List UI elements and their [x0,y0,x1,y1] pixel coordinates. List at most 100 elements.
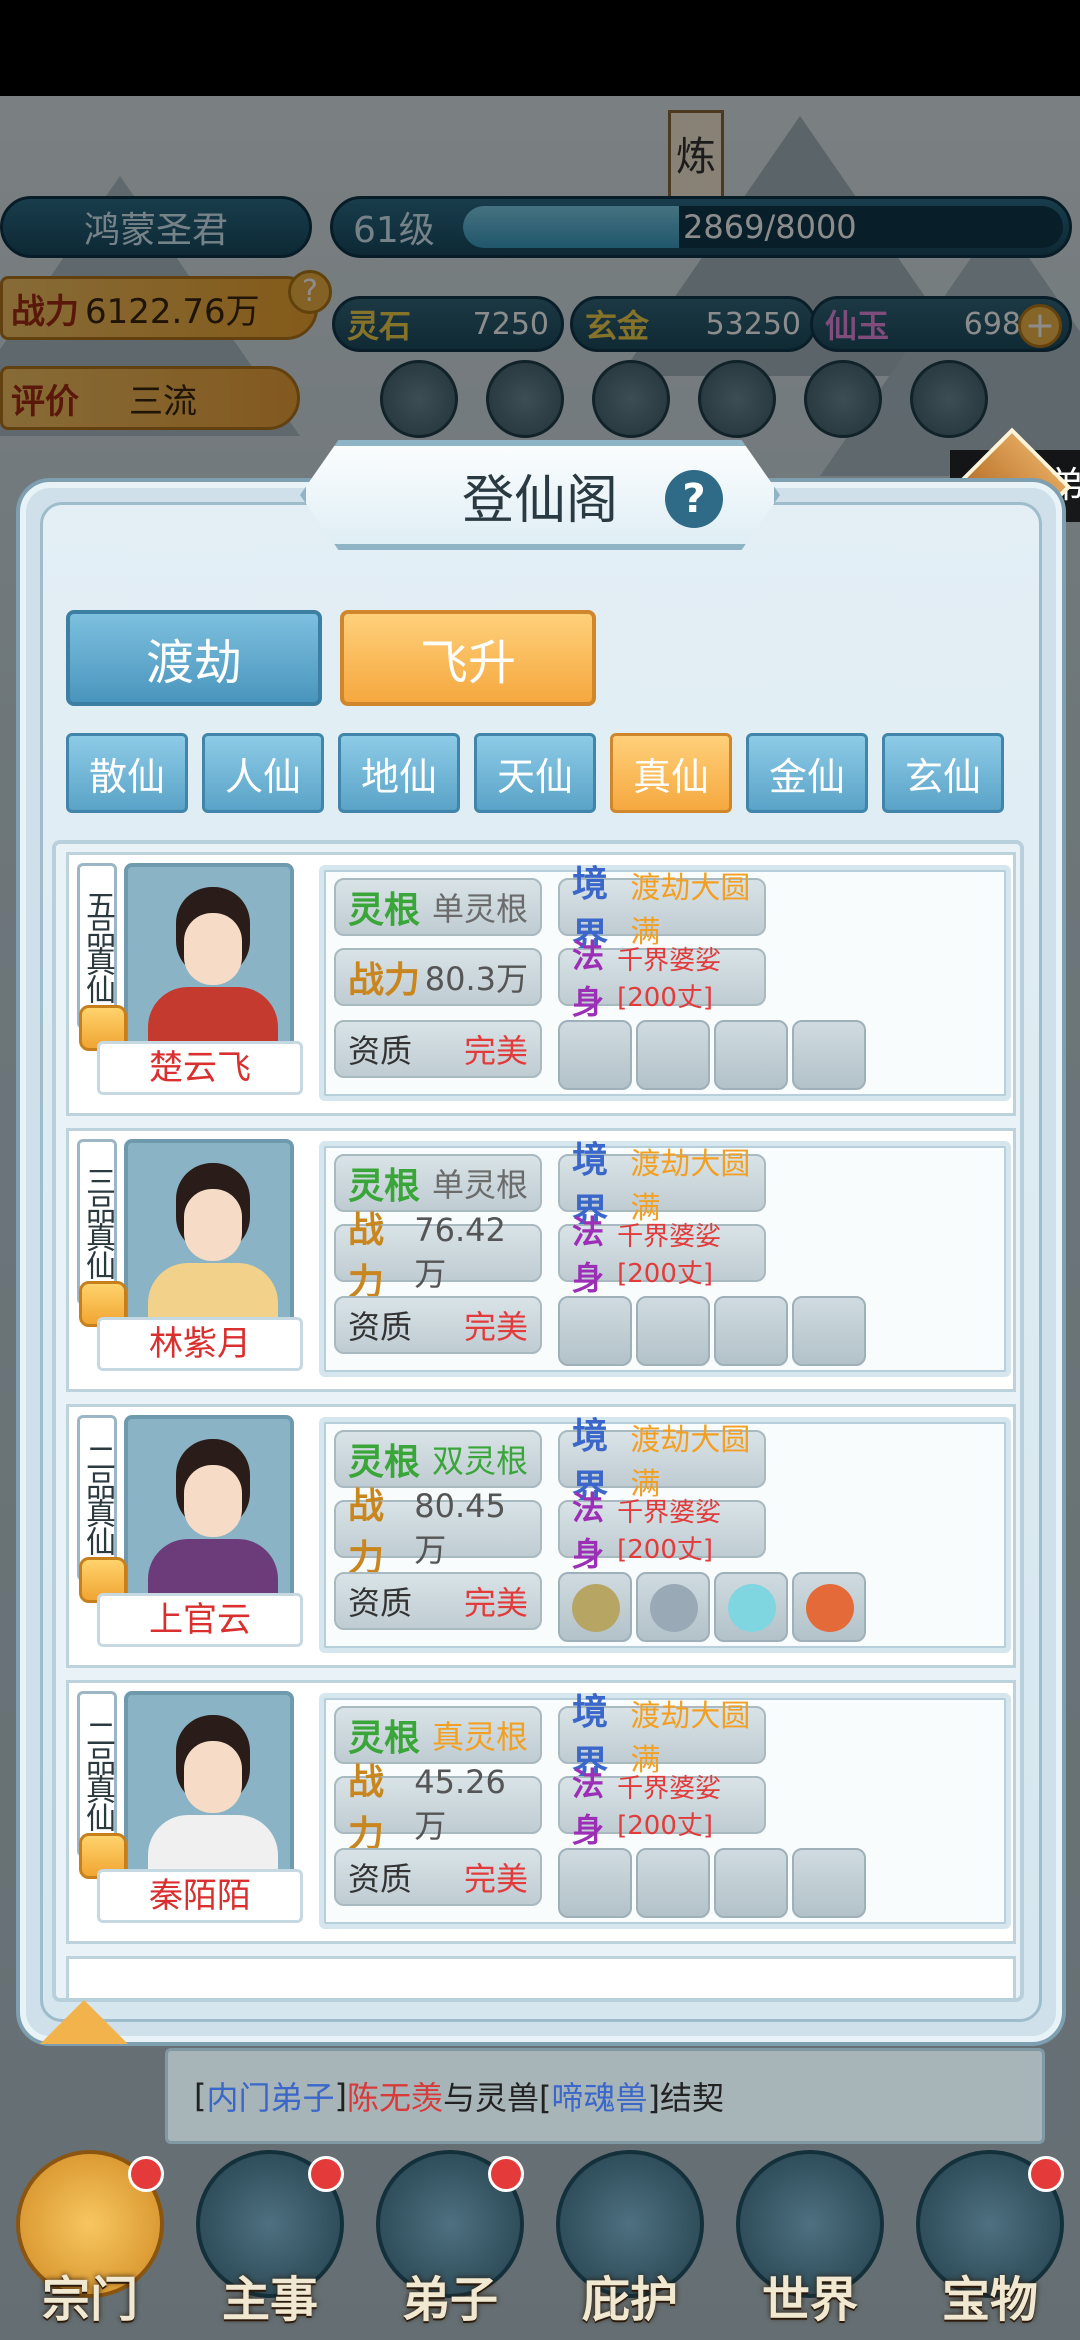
rank-label: 玄仙 [904,754,981,799]
equipment-slot[interactable] [558,1572,632,1642]
nav-affairs[interactable]: 主事 [190,2150,350,2330]
realm-value: 渡劫大圆满 [630,871,751,950]
power-field: 战力 80.45万 [334,1485,542,1579]
artifact-icon [650,1584,698,1632]
equipment-slot[interactable] [792,1848,866,1918]
bottom-nav: 宗门 主事 弟子 庇护 世界 宝物 [0,2140,1080,2340]
msg-bracket: [ [194,2077,207,2115]
nav-sect[interactable]: 宗门 [10,2150,170,2330]
notification-dot [488,2156,524,2192]
immortal-list[interactable]: 五品真仙 楚云飞 灵根 单灵根 战力 80.3万 资质 完美 境界 渡劫大圆满 [52,840,1024,2002]
equipment-slot[interactable] [714,1020,788,1090]
root-label: 灵根 [348,889,421,931]
nav-treasure[interactable]: 宝物 [910,2150,1070,2330]
aptitude-field: 资质 完美 [334,1848,542,1906]
artifact-icon [572,1584,620,1632]
tab-ascend[interactable]: 飞升 [340,610,596,706]
equipment-slot[interactable] [636,1296,710,1366]
rank-label: 金仙 [768,754,845,799]
realm-value: 渡劫大圆满 [630,1423,751,1502]
immortal-card[interactable]: 五品真仙 楚云飞 灵根 单灵根 战力 80.3万 资质 完美 境界 渡劫大圆满 [66,852,1016,1116]
msg-text: ]结契 [647,2079,725,2117]
rank-label: 人仙 [224,754,301,799]
immortal-card[interactable]: 三品真仙 林紫月 灵根 单灵根 战力 76.42万 资质 完美 境界 渡劫大圆满 [66,1128,1016,1392]
body-field: 法身 千界婆娑[200丈] [558,1489,766,1573]
stats-box: 灵根 双灵根 战力 80.45万 资质 完美 境界 渡劫大圆满 法身 千界婆娑[… [319,1415,1011,1653]
equipment-slot[interactable] [714,1572,788,1642]
equipment-slot[interactable] [636,1020,710,1090]
realm-field: 境界 渡劫大圆满 [558,1415,766,1509]
rank-tab-xuanxian[interactable]: 玄仙 [882,733,1004,813]
power-value: 76.42万 [414,1211,506,1293]
aptitude-value: 完美 [463,1308,528,1346]
immortal-card[interactable]: 二品真仙 秦陌陌 灵根 真灵根 战力 45.26万 资质 完美 境界 渡劫大圆满 [66,1680,1016,1944]
rank-label: 天仙 [496,754,573,799]
equipment-slot[interactable] [714,1296,788,1366]
notification-dot [128,2156,164,2192]
status-bar [0,0,1080,96]
rank-tab-sanxian[interactable]: 散仙 [66,733,188,813]
body-label: 法身 [572,1489,605,1573]
msg-role: 内门弟子 [206,2079,335,2117]
rank-filter: 散仙 人仙 地仙 天仙 真仙 金仙 玄仙 [66,733,1004,813]
nav-label: 世界 [761,2272,858,2328]
equipment-slot[interactable] [558,1020,632,1090]
equipment-slot[interactable] [714,1848,788,1918]
equipment-slot[interactable] [636,1848,710,1918]
rank-label: 散仙 [88,754,165,799]
nav-disciples[interactable]: 弟子 [370,2150,530,2330]
body-label: 法身 [572,1765,605,1849]
equipment-slot[interactable] [558,1296,632,1366]
rank-tab-zhenxian[interactable]: 真仙 [610,733,732,813]
rank-label: 地仙 [360,754,437,799]
equipment-slot[interactable] [792,1572,866,1642]
aptitude-value: 完美 [463,1032,528,1070]
realm-value: 渡劫大圆满 [630,1147,751,1226]
avatar [124,1691,294,1877]
help-icon[interactable]: ? [665,470,723,528]
aptitude-field: 资质 完美 [334,1572,542,1630]
power-label: 战力 [348,1485,385,1579]
nav-shelter[interactable]: 庇护 [550,2150,710,2330]
equipment-slot[interactable] [792,1020,866,1090]
root-value: 双灵根 [431,1442,528,1480]
msg-text: 与灵兽[ [443,2079,552,2117]
power-value: 45.26万 [414,1763,506,1845]
panel-title-text: 登仙阁 [461,470,618,531]
avatar [124,1415,294,1601]
stats-box: 灵根 单灵根 战力 80.3万 资质 完美 境界 渡劫大圆满 法身 千界婆娑[2… [319,863,1011,1101]
immortal-name: 林紫月 [97,1317,303,1371]
aptitude-value: 完美 [463,1584,528,1622]
rank-tab-renxian[interactable]: 人仙 [202,733,324,813]
aptitude-label: 资质 [348,1584,413,1622]
nav-world[interactable]: 世界 [730,2150,890,2330]
stats-box: 灵根 真灵根 战力 45.26万 资质 完美 境界 渡劫大圆满 法身 千界婆娑[… [319,1691,1011,1929]
rank-tab-jinxian[interactable]: 金仙 [746,733,868,813]
avatar [124,863,294,1049]
tab-tribulation[interactable]: 渡劫 [66,610,322,706]
equipment-slot[interactable] [558,1848,632,1918]
msg-person: 陈无羡 [346,2079,443,2117]
root-value: 单灵根 [431,890,528,928]
msg-bracket: ] [334,2077,347,2115]
body-label: 法身 [572,1213,605,1297]
up-arrow-icon[interactable] [40,2000,128,2044]
artifact-icon [806,1584,854,1632]
root-field: 灵根 单灵根 [334,878,542,936]
immortal-card[interactable] [66,1956,1016,1998]
avatar [124,1139,294,1325]
body-field: 法身 千界婆娑[200丈] [558,1213,766,1297]
rank-tab-tianxian[interactable]: 天仙 [474,733,596,813]
realm-field: 境界 渡劫大圆满 [558,1691,766,1785]
equipment-slot[interactable] [792,1296,866,1366]
aptitude-label: 资质 [348,1860,413,1898]
equipment-slot[interactable] [636,1572,710,1642]
immortal-name: 楚云飞 [97,1041,303,1095]
immortal-card[interactable]: 二品真仙 上官云 灵根 双灵根 战力 80.45万 资质 完美 境界 渡劫大圆满 [66,1404,1016,1668]
root-value: 真灵根 [431,1718,528,1756]
body-field: 法身 千界婆娑[200丈] [558,937,766,1021]
immortal-name: 上官云 [97,1593,303,1647]
realm-field: 境界 渡劫大圆满 [558,1139,766,1233]
rank-tab-dixian[interactable]: 地仙 [338,733,460,813]
power-label: 战力 [348,959,421,1001]
